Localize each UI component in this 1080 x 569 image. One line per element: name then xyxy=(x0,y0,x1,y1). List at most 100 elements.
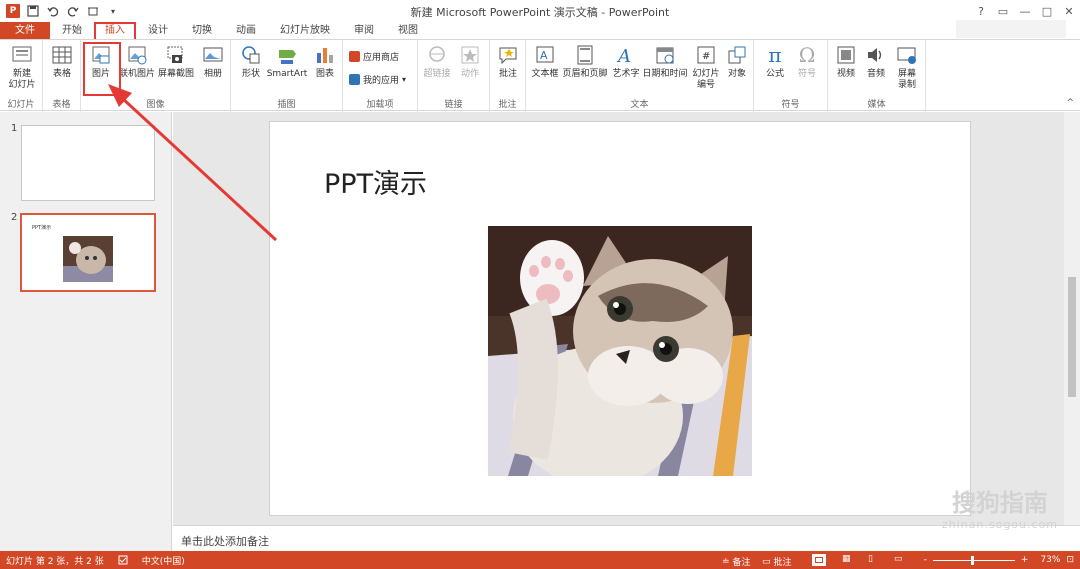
textbox-button[interactable]: A 文本框 xyxy=(530,44,560,80)
shapes-button[interactable]: 形状 xyxy=(237,44,265,80)
header-footer-icon xyxy=(574,44,596,66)
slide-number-button[interactable]: # 幻灯片 编号 xyxy=(690,44,722,91)
action-button[interactable]: 动作 xyxy=(456,44,484,80)
group-label-tables: 表格 xyxy=(52,100,71,110)
quick-access-toolbar: P ▾ xyxy=(0,0,120,22)
svg-text:A: A xyxy=(616,46,631,66)
comments-toggle-button[interactable]: ▭ 批注 xyxy=(762,555,792,569)
comments-toggle-icon: ▭ xyxy=(762,556,771,567)
tab-design[interactable]: 设计 xyxy=(136,22,180,39)
undo-icon[interactable] xyxy=(46,4,60,18)
slide-number-icon: # xyxy=(695,44,717,66)
thumbnail-number: 2 xyxy=(11,212,18,223)
datetime-label: 日期和时间 xyxy=(642,69,688,79)
smartart-button[interactable]: SmartArt xyxy=(267,44,307,80)
tab-slideshow[interactable]: 幻灯片放映 xyxy=(268,22,342,39)
comment-button[interactable]: 批注 xyxy=(495,44,521,80)
close-button[interactable]: ✕ xyxy=(1058,0,1080,22)
tab-home[interactable]: 开始 xyxy=(50,22,94,39)
slide-thumbnail-2[interactable]: PPT演示 xyxy=(20,213,156,292)
normal-view-icon xyxy=(815,557,823,563)
tab-review[interactable]: 审阅 xyxy=(342,22,386,39)
watermark-brand: 搜狗指南 xyxy=(951,489,1048,517)
group-label-addins: 加载项 xyxy=(366,100,394,110)
new-slide-icon xyxy=(11,44,33,66)
touch-mode-icon[interactable] xyxy=(86,4,100,18)
hyperlink-button[interactable]: 超链接 xyxy=(422,44,452,80)
header-footer-button[interactable]: 页眉和页脚 xyxy=(562,44,608,80)
tab-insert[interactable]: 插入 xyxy=(94,22,136,39)
fit-slide-icon[interactable]: ⊡ xyxy=(1066,555,1074,565)
screen-record-button[interactable]: 屏幕 录制 xyxy=(892,44,922,91)
screenshot-label: 屏幕截图 xyxy=(158,69,195,79)
group-slides: 新建 幻灯片 幻灯片 xyxy=(0,40,43,112)
redo-icon[interactable] xyxy=(66,4,80,18)
zoom-slider-thumb[interactable] xyxy=(970,555,974,565)
thumbnail-title: PPT演示 xyxy=(32,225,52,231)
thumbnail-cat-image xyxy=(63,236,113,282)
slide-cat-image[interactable] xyxy=(488,226,752,476)
svg-text:A: A xyxy=(540,49,548,62)
maximize-button[interactable]: □ xyxy=(1036,0,1058,22)
collapse-ribbon-icon[interactable]: ^ xyxy=(1066,98,1074,108)
zoom-out-button[interactable]: - xyxy=(924,555,927,565)
notes-toggle-button[interactable]: ≐ 备注 xyxy=(722,555,751,569)
tab-transitions[interactable]: 切换 xyxy=(180,22,224,39)
vertical-scrollbar[interactable] xyxy=(1064,112,1080,525)
account-area xyxy=(956,20,1066,38)
normal-view-button[interactable] xyxy=(812,554,826,566)
video-button[interactable]: 视频 xyxy=(832,44,860,80)
my-apps-icon xyxy=(349,74,360,85)
tab-animations[interactable]: 动画 xyxy=(224,22,268,39)
slide-thumbnail-1[interactable] xyxy=(21,125,155,201)
zoom-slider[interactable] xyxy=(932,555,1015,565)
shapes-label: 形状 xyxy=(241,69,260,79)
qat-dropdown-icon[interactable]: ▾ xyxy=(106,4,120,18)
help-button[interactable]: ? xyxy=(970,0,992,22)
tab-file[interactable]: 文件 xyxy=(0,22,50,39)
scrollbar-thumb[interactable] xyxy=(1068,277,1076,397)
reading-view-icon[interactable]: ▯ xyxy=(868,554,873,564)
spellcheck-icon[interactable] xyxy=(118,555,128,565)
slideshow-view-icon[interactable]: ▭ xyxy=(894,554,903,564)
group-label-illustrations: 插图 xyxy=(277,100,296,110)
minimize-button[interactable]: — xyxy=(1014,0,1036,22)
current-slide[interactable]: PPT演示 xyxy=(269,121,971,516)
group-links: 超链接 动作 链接 xyxy=(418,40,490,112)
zoom-in-button[interactable]: + xyxy=(1021,555,1029,565)
symbol-button[interactable]: Ω 符号 xyxy=(792,44,822,80)
tab-view[interactable]: 视图 xyxy=(386,22,430,39)
slide-info: 幻灯片 第 2 张，共 2 张 xyxy=(6,556,104,567)
zoom-control: - + 73% ⊡ xyxy=(924,551,1074,569)
save-icon[interactable] xyxy=(26,4,40,18)
action-icon xyxy=(459,44,481,66)
table-button[interactable]: 表格 xyxy=(49,44,75,80)
notes-toggle-label: 备注 xyxy=(732,558,751,568)
ribbon-tabs: 文件 开始 插入 设计 切换 动画 幻灯片放映 审阅 视图 xyxy=(0,22,1080,39)
new-slide-button[interactable]: 新建 幻灯片 xyxy=(4,44,40,91)
object-button[interactable]: 对象 xyxy=(724,44,750,80)
online-picture-button[interactable]: 联机图片 xyxy=(119,44,155,80)
group-label-links: 链接 xyxy=(444,100,463,110)
screenshot-button[interactable]: 屏幕截图 xyxy=(158,44,194,80)
datetime-button[interactable]: 日期和时间 xyxy=(642,44,688,80)
my-apps-button[interactable]: 我的应用 ▾ xyxy=(349,73,406,86)
equation-button[interactable]: π 公式 xyxy=(760,44,790,80)
language-indicator[interactable]: 中文(中国) xyxy=(142,554,185,567)
chart-label: 图表 xyxy=(315,69,334,79)
slide-thumbnails-pane: 1 2 PPT演示 xyxy=(0,112,172,553)
film-icon xyxy=(835,44,857,66)
album-button[interactable]: 相册 xyxy=(199,44,227,80)
slide-sorter-view-icon[interactable]: ▦ xyxy=(842,554,851,564)
slide-title[interactable]: PPT演示 xyxy=(324,162,427,201)
store-button[interactable]: 应用商店 xyxy=(349,50,399,63)
chart-button[interactable]: 图表 xyxy=(311,44,339,80)
textbox-icon: A xyxy=(534,44,556,66)
ribbon-display-button[interactable]: ▭ xyxy=(992,0,1014,22)
video-label: 视频 xyxy=(836,69,855,79)
speaker-icon xyxy=(865,44,887,66)
screen-record-label: 屏幕 录制 xyxy=(897,69,916,90)
audio-button[interactable]: 音频 xyxy=(862,44,890,80)
wordart-button[interactable]: A 艺术字 xyxy=(612,44,640,80)
zoom-level[interactable]: 73% xyxy=(1040,555,1060,565)
